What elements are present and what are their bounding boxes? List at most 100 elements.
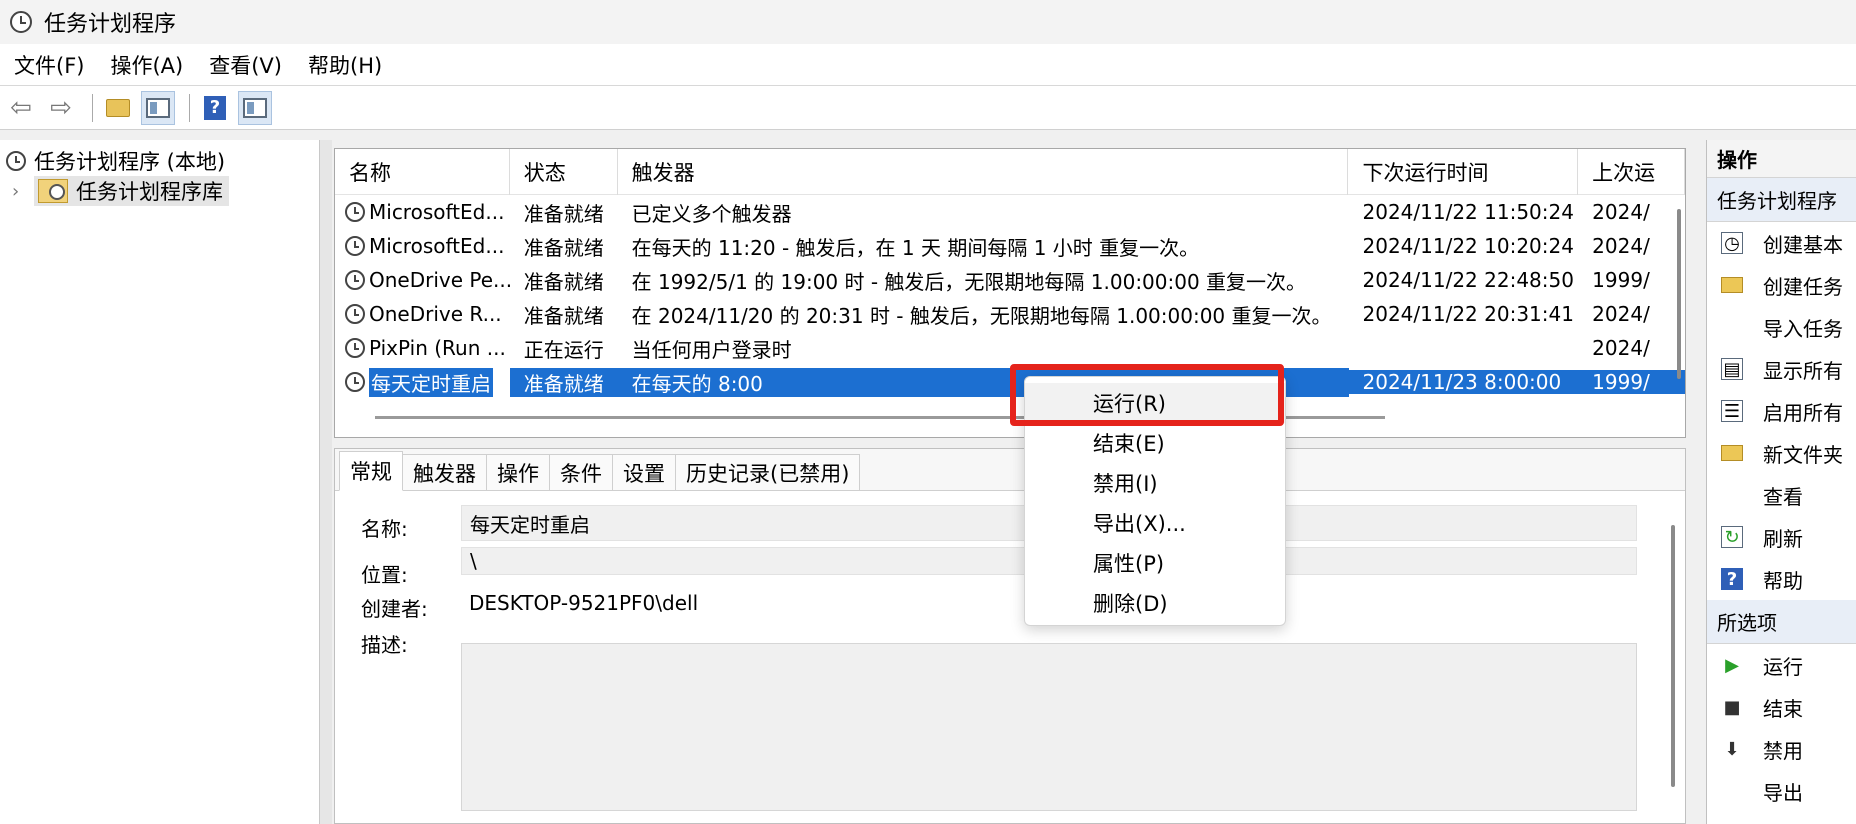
action-view[interactable]: 查看 bbox=[1707, 474, 1856, 516]
action-create-basic-task[interactable]: ◷ 创建基本 bbox=[1707, 222, 1856, 264]
action-label: 创建基本 bbox=[1763, 232, 1843, 257]
action-new-folder[interactable]: 新文件夹 bbox=[1707, 432, 1856, 474]
window-title: 任务计划程序 bbox=[44, 12, 177, 37]
context-menu-end[interactable]: 结束(E) bbox=[1025, 423, 1285, 463]
task-status: 准备就绪 bbox=[523, 269, 604, 294]
tab-actions[interactable]: 操作 bbox=[486, 454, 550, 490]
stop-icon: ■ bbox=[1723, 696, 1741, 718]
tree-item-library[interactable]: › 任务计划程序库 bbox=[0, 176, 319, 206]
action-run[interactable]: ▶ 运行 bbox=[1707, 644, 1856, 686]
task-next-run: 2024/11/22 11:50:24 bbox=[1362, 200, 1574, 224]
action-label: 结束 bbox=[1763, 696, 1803, 721]
tab-conditions[interactable]: 条件 bbox=[549, 454, 613, 490]
menu-help[interactable]: 帮助(H) bbox=[300, 46, 390, 84]
export-icon bbox=[1721, 780, 1743, 802]
location-label: 位置: bbox=[361, 563, 408, 587]
details-tabs: 常规 触发器 操作 条件 设置 历史记录(已禁用) bbox=[335, 449, 1685, 491]
table-row[interactable]: OneDrive R... 准备就绪 在 2024/11/20 的 20:31 … bbox=[335, 297, 1685, 331]
action-label: 查看 bbox=[1763, 484, 1803, 509]
menu-action[interactable]: 操作(A) bbox=[102, 46, 191, 84]
task-name: OneDrive R... bbox=[369, 302, 502, 326]
show-action-pane-button[interactable] bbox=[238, 90, 272, 125]
tree-item-library-selected[interactable]: 任务计划程序库 bbox=[34, 176, 229, 206]
task-details-panel: 常规 触发器 操作 条件 设置 历史记录(已禁用) 名称: 每天定时重启 位置:… bbox=[334, 448, 1686, 824]
task-name: 每天定时重启 bbox=[369, 367, 493, 397]
task-status: 准备就绪 bbox=[523, 303, 604, 328]
help-icon: ? bbox=[1721, 568, 1743, 590]
task-list-vertical-scrollbar[interactable] bbox=[1677, 209, 1681, 379]
task-last-run: 2024/ bbox=[1592, 302, 1650, 326]
menu-file[interactable]: 文件(F) bbox=[6, 46, 92, 84]
action-end[interactable]: ■ 结束 bbox=[1707, 686, 1856, 728]
task-last-run: 2024/ bbox=[1592, 234, 1650, 258]
help-button[interactable]: ? bbox=[198, 91, 232, 125]
chevron-right-icon[interactable]: › bbox=[12, 181, 34, 202]
forward-arrow-icon[interactable]: ⇨ bbox=[44, 91, 78, 125]
import-task-icon bbox=[1721, 316, 1743, 338]
table-row[interactable]: OneDrive Pe... 准备就绪 在 1992/5/1 的 19:00 时… bbox=[335, 263, 1685, 297]
action-export[interactable]: 导出 bbox=[1707, 770, 1856, 812]
table-row[interactable]: MicrosoftEd... 准备就绪 在每天的 11:20 - 触发后，在 1… bbox=[335, 229, 1685, 263]
task-icon bbox=[345, 338, 365, 358]
scheduler-folder-icon bbox=[38, 179, 68, 203]
table-row[interactable]: PixPin (Run ... 正在运行 当任何用户登录时 2024/ bbox=[335, 331, 1685, 365]
menu-view[interactable]: 查看(V) bbox=[201, 46, 290, 84]
task-icon bbox=[345, 304, 365, 324]
action-label: 启用所有 bbox=[1763, 400, 1843, 425]
context-menu-delete[interactable]: 删除(D) bbox=[1025, 583, 1285, 623]
action-pane-icon bbox=[243, 97, 267, 118]
task-status: 正在运行 bbox=[523, 337, 604, 362]
view-icon bbox=[1721, 484, 1743, 506]
column-last-run[interactable]: 上次运 bbox=[1578, 149, 1685, 195]
task-trigger: 在每天的 11:20 - 触发后，在 1 天 期间每隔 1 小时 重复一次。 bbox=[631, 235, 1200, 260]
column-name[interactable]: 名称 bbox=[335, 149, 510, 195]
task-scheduler-icon bbox=[6, 151, 26, 171]
context-menu-run[interactable]: 运行(R) bbox=[1025, 383, 1285, 423]
task-next-run: 2024/11/22 10:20:24 bbox=[1362, 234, 1574, 258]
title-bar: 任务计划程序 bbox=[0, 0, 1856, 44]
show-hide-console-tree-button[interactable] bbox=[141, 90, 175, 125]
create-basic-task-icon: ◷ bbox=[1721, 232, 1743, 254]
folder-up-icon bbox=[106, 98, 130, 117]
context-menu-export[interactable]: 导出(X)... bbox=[1025, 503, 1285, 543]
column-status[interactable]: 状态 bbox=[510, 149, 618, 195]
action-enable-all-history[interactable]: ☰ 启用所有 bbox=[1707, 390, 1856, 432]
action-help[interactable]: ? 帮助 bbox=[1707, 558, 1856, 600]
action-show-all-running[interactable]: ▤ 显示所有 bbox=[1707, 348, 1856, 390]
task-last-run: 2024/ bbox=[1592, 200, 1650, 224]
details-vertical-scrollbar[interactable] bbox=[1671, 525, 1675, 787]
task-status: 准备就绪 bbox=[523, 235, 604, 260]
task-trigger: 在 1992/5/1 的 19:00 时 - 触发后，无限期地每隔 1.00:0… bbox=[631, 269, 1307, 294]
task-trigger: 在 2024/11/20 的 20:31 时 - 触发后，无限期地每隔 1.00… bbox=[631, 303, 1332, 328]
context-menu-disable[interactable]: 禁用(I) bbox=[1025, 463, 1285, 503]
back-arrow-icon[interactable]: ⇦ bbox=[4, 91, 38, 125]
action-create-task[interactable]: 创建任务 bbox=[1707, 264, 1856, 306]
actions-header: 操作 bbox=[1707, 140, 1856, 178]
pane-splitter[interactable] bbox=[320, 140, 332, 824]
task-icon bbox=[345, 270, 365, 290]
action-label: 刷新 bbox=[1763, 526, 1803, 551]
action-label: 新文件夹 bbox=[1763, 442, 1843, 467]
column-next-run[interactable]: 下次运行时间 bbox=[1348, 149, 1579, 195]
tab-history[interactable]: 历史记录(已禁用) bbox=[675, 454, 861, 490]
tab-triggers[interactable]: 触发器 bbox=[402, 454, 487, 490]
column-trigger[interactable]: 触发器 bbox=[618, 149, 1349, 195]
tab-settings[interactable]: 设置 bbox=[612, 454, 676, 490]
table-row[interactable]: MicrosoftEd... 准备就绪 已定义多个触发器 2024/11/22 … bbox=[335, 195, 1685, 229]
actions-section-selected[interactable]: 所选项 bbox=[1707, 600, 1856, 644]
up-folder-button[interactable] bbox=[101, 91, 135, 125]
task-next-run: 2024/11/23 8:00:00 bbox=[1348, 370, 1579, 394]
help-icon: ? bbox=[204, 95, 226, 120]
action-disable[interactable]: ⬇ 禁用 bbox=[1707, 728, 1856, 770]
tab-general[interactable]: 常规 bbox=[339, 451, 403, 491]
description-field[interactable] bbox=[461, 643, 1637, 811]
action-label: 创建任务 bbox=[1763, 274, 1843, 299]
context-menu-properties[interactable]: 属性(P) bbox=[1025, 543, 1285, 583]
action-import-task[interactable]: 导入任务 bbox=[1707, 306, 1856, 348]
tree-root[interactable]: 任务计划程序 (本地) bbox=[0, 146, 319, 176]
actions-section-scheduler[interactable]: 任务计划程序 bbox=[1707, 178, 1856, 222]
table-row-selected[interactable]: 每天定时重启 准备就绪 在每天的 8:00 2024/11/23 8:00:00… bbox=[335, 365, 1685, 399]
action-refresh[interactable]: ↻ 刷新 bbox=[1707, 516, 1856, 558]
action-label: 运行 bbox=[1763, 654, 1803, 679]
menu-bar: 文件(F) 操作(A) 查看(V) 帮助(H) bbox=[0, 44, 1856, 86]
